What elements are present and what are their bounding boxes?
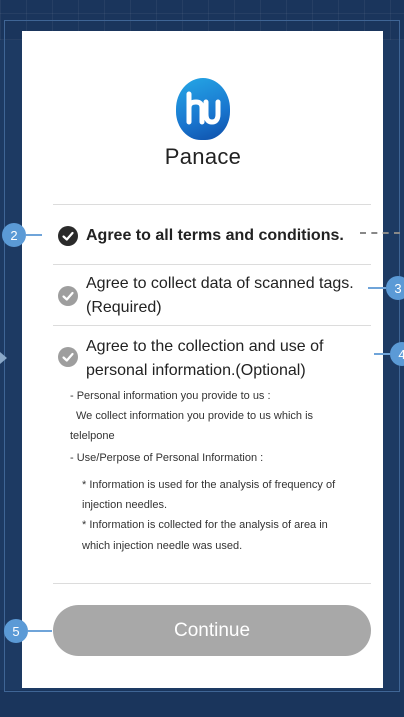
personal-info-detail: * Information is used for the analysis o… (82, 479, 336, 491)
check-icon (62, 231, 74, 241)
check-icon (62, 291, 74, 301)
agree-scanned-tags-checkbox[interactable] (58, 286, 78, 306)
scanned-tags-line2: (Required) (86, 299, 162, 316)
callout-connector-dashed (360, 232, 400, 234)
personal-info-detail: which injection needle was used. (82, 540, 243, 552)
callout-pointer-2 (26, 234, 42, 236)
divider-2 (53, 325, 371, 326)
personal-info-detail: * Information is collected for the analy… (82, 519, 328, 531)
divider-top (53, 204, 371, 205)
agree-scanned-tags-label[interactable]: Agree to collect data of scanned tags. (… (86, 272, 354, 320)
callout-pointer-4 (374, 353, 390, 355)
panace-logo (176, 78, 230, 140)
personal-info-detail: injection needles. (82, 499, 168, 511)
continue-button[interactable]: Continue (53, 605, 371, 656)
personal-info-line1: Agree to the collection and use of (86, 338, 324, 355)
background-bottom (0, 690, 404, 717)
personal-info-detail: telelpone (70, 430, 115, 442)
agree-all-label[interactable]: Agree to all terms and conditions. (86, 224, 344, 248)
callout-marker-2: 2 (2, 223, 26, 247)
divider-bottom (53, 583, 371, 584)
agree-personal-info-label[interactable]: Agree to the collection and use of perso… (86, 335, 324, 383)
callout-marker-5: 5 (4, 619, 28, 643)
divider-1 (53, 264, 371, 265)
check-icon (62, 352, 74, 362)
personal-info-detail: We collect information you provide to us… (76, 410, 314, 422)
agree-all-checkbox[interactable] (58, 226, 78, 246)
personal-info-detail: - Use/Perpose of Personal Information : (70, 452, 264, 464)
callout-pointer-3 (368, 287, 386, 289)
callout-pointer-5 (28, 630, 52, 632)
side-arrow-icon (0, 352, 7, 364)
personal-info-line2: personal information.(Optional) (86, 362, 306, 379)
personal-info-detail: - Personal information you provide to us… (70, 390, 271, 402)
brand-name: Panace (164, 144, 242, 169)
logo-hu-mark (186, 91, 221, 125)
scanned-tags-line1: Agree to collect data of scanned tags. (86, 275, 354, 292)
callout-marker-3: 3 (386, 276, 404, 300)
agree-personal-info-checkbox[interactable] (58, 347, 78, 367)
